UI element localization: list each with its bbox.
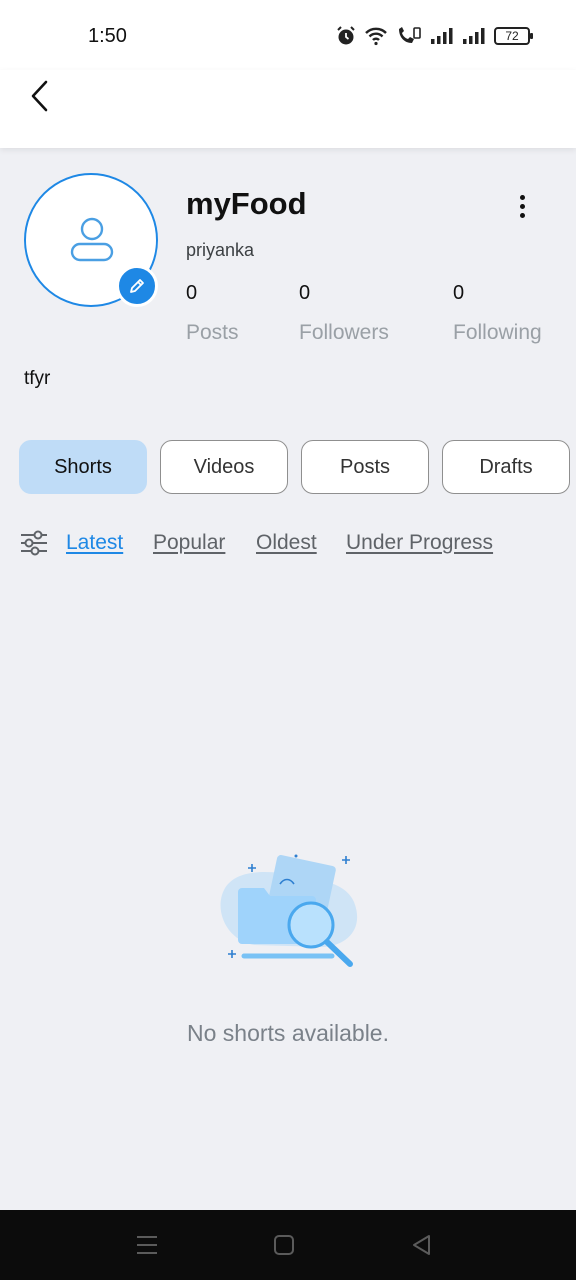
person-outline-icon bbox=[70, 217, 114, 262]
empty-folder-search-icon bbox=[220, 854, 358, 967]
volte-call-icon bbox=[399, 27, 421, 43]
filter-oldest[interactable]: Oldest bbox=[256, 531, 317, 555]
wifi-icon bbox=[365, 27, 387, 46]
empty-state-message: No shorts available. bbox=[187, 1020, 389, 1046]
filter-under-progress[interactable]: Under Progress bbox=[346, 531, 493, 555]
signal-icon bbox=[463, 28, 485, 44]
system-nav-bar bbox=[0, 1210, 576, 1280]
more-options-button[interactable] bbox=[508, 190, 536, 222]
tab-drafts[interactable]: Drafts bbox=[442, 440, 570, 494]
edit-avatar-button[interactable] bbox=[116, 265, 158, 307]
pencil-icon bbox=[130, 279, 144, 293]
following-label[interactable]: Following bbox=[453, 321, 542, 345]
app-bar bbox=[0, 70, 576, 148]
chevron-left-icon bbox=[31, 80, 48, 112]
tab-videos[interactable]: Videos bbox=[160, 440, 288, 494]
battery-icon: 72 bbox=[494, 27, 533, 45]
username: priyanka bbox=[186, 240, 255, 260]
alarm-icon bbox=[337, 26, 355, 45]
status-time: 1:50 bbox=[88, 25, 127, 47]
tab-shorts[interactable]: Shorts bbox=[19, 440, 147, 494]
followers-label[interactable]: Followers bbox=[299, 321, 389, 345]
home-square-icon[interactable] bbox=[270, 1232, 298, 1258]
sliders-icon[interactable] bbox=[20, 530, 48, 556]
profile-bio: tfyr bbox=[24, 368, 51, 389]
back-triangle-icon[interactable] bbox=[408, 1232, 436, 1258]
filter-latest[interactable]: Latest bbox=[66, 531, 123, 555]
back-button[interactable] bbox=[18, 74, 62, 118]
posts-label[interactable]: Posts bbox=[186, 321, 239, 345]
tab-posts[interactable]: Posts bbox=[301, 440, 429, 494]
followers-count: 0 bbox=[299, 282, 311, 304]
profile-name: myFood bbox=[186, 186, 307, 221]
content-tabs: Shorts Videos Posts Drafts bbox=[0, 440, 576, 494]
following-count: 0 bbox=[453, 282, 465, 304]
filter-popular[interactable]: Popular bbox=[153, 531, 225, 555]
status-bar: 1:50 72 bbox=[0, 0, 576, 70]
status-icons: 72 bbox=[336, 22, 533, 50]
posts-count: 0 bbox=[186, 282, 198, 304]
more-vertical-icon bbox=[519, 194, 525, 200]
signal-icon bbox=[431, 28, 453, 44]
menu-icon[interactable] bbox=[133, 1232, 161, 1258]
